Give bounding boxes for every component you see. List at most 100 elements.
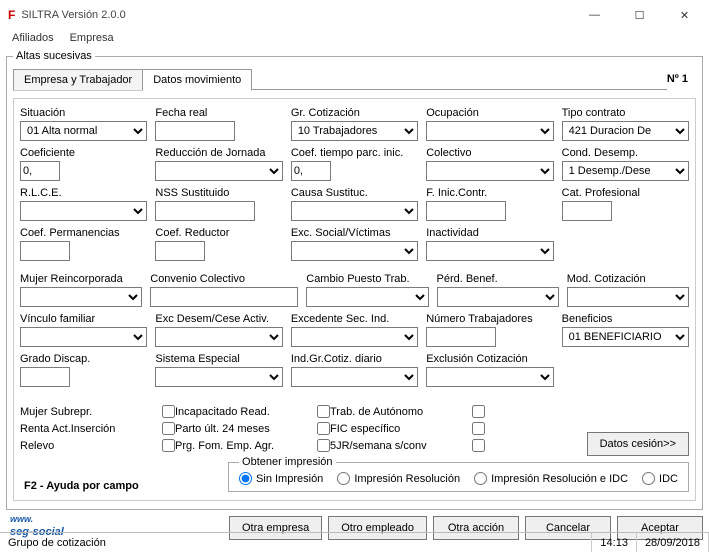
inactividad-select[interactable] [426, 241, 553, 261]
chk-prg-fom[interactable] [317, 439, 330, 452]
coef-input[interactable] [20, 161, 60, 181]
nss-sust-input[interactable] [155, 201, 255, 221]
datos-cesion-button[interactable]: Datos cesión>> [587, 432, 689, 456]
ocupacion-label: Ocupación [426, 107, 553, 119]
coef-red-input[interactable] [155, 241, 205, 261]
cambio-puesto-select[interactable] [306, 287, 428, 307]
mod-cotiz-select[interactable] [567, 287, 689, 307]
radio-sin-impresion[interactable]: Sin Impresión [239, 472, 323, 485]
fecha-real-input[interactable] [155, 121, 235, 141]
causa-sust-select[interactable] [291, 201, 418, 221]
mod-cotiz-label: Mod. Cotización [567, 273, 689, 285]
chk-incap-read[interactable] [317, 405, 330, 418]
chk-5jr[interactable] [472, 439, 485, 452]
red-jornada-select[interactable] [155, 161, 282, 181]
vinc-fam-label: Vínculo familiar [20, 313, 147, 325]
nss-sust-label: NSS Sustituido [155, 187, 282, 199]
tipo-contrato-label: Tipo contrato [562, 107, 689, 119]
exc-social-label: Exc. Social/Víctimas [291, 227, 418, 239]
excl-cotiz-label: Exclusión Cotización [426, 353, 553, 365]
beneficios-label: Beneficios [562, 313, 689, 325]
ocupacion-select[interactable] [426, 121, 553, 141]
sist-especial-select[interactable] [155, 367, 282, 387]
excl-cotiz-select[interactable] [426, 367, 553, 387]
chk-relevo[interactable] [162, 439, 175, 452]
exc-social-select[interactable] [291, 241, 418, 261]
help-text: F2 - Ayuda por campo [24, 480, 139, 492]
chk-incap-read-label: Incapacitado Read. [175, 406, 313, 418]
chk-renta-act[interactable] [162, 422, 175, 435]
situacion-label: Situación [20, 107, 147, 119]
exc-desem-label: Exc Desem/Cese Activ. [155, 313, 282, 325]
status-date: 28/09/2018 [637, 533, 709, 552]
rlce-label: R.L.C.E. [20, 187, 147, 199]
logo-www: www. [10, 516, 64, 522]
chk-fic-esp[interactable] [472, 422, 485, 435]
status-time: 14:13 [592, 533, 637, 552]
cond-desemp-select[interactable]: 1 Desemp./Dese [562, 161, 689, 181]
menu-empresa[interactable]: Empresa [64, 30, 120, 50]
finic-contr-input[interactable] [426, 201, 506, 221]
chk-parto24[interactable] [317, 422, 330, 435]
sist-especial-label: Sistema Especial [155, 353, 282, 365]
maximize-button[interactable]: ☐ [617, 1, 662, 29]
cambio-puesto-label: Cambio Puesto Trab. [306, 273, 428, 285]
chk-renta-act-label: Renta Act.Inserción [20, 423, 158, 435]
radio-idc[interactable]: IDC [642, 472, 678, 485]
radio-impresion-res-idc[interactable]: Impresión Resolución e IDC [474, 472, 628, 485]
vinc-fam-select[interactable] [20, 327, 147, 347]
mujer-reinc-select[interactable] [20, 287, 142, 307]
num-trab-label: Número Trabajadores [426, 313, 553, 325]
cat-prof-input[interactable] [562, 201, 612, 221]
cat-prof-label: Cat. Profesional [562, 187, 689, 199]
gr-cotiz-select[interactable]: 10 Trabajadores [291, 121, 418, 141]
num-trab-input[interactable] [426, 327, 496, 347]
gr-cotiz-label: Gr. Cotización [291, 107, 418, 119]
colectivo-select[interactable] [426, 161, 553, 181]
coef-perm-input[interactable] [20, 241, 70, 261]
group-legend: Altas sucesivas [13, 50, 95, 62]
rlce-select[interactable] [20, 201, 147, 221]
coef-label: Coeficiente [20, 147, 147, 159]
status-message: Grupo de cotización [0, 533, 592, 552]
menu-afiliados[interactable]: Afiliados [6, 30, 60, 50]
perd-benef-select[interactable] [437, 287, 559, 307]
coef-parc-label: Coef. tiempo parc. inic. [291, 147, 418, 159]
print-legend: Obtener impresión [239, 456, 336, 468]
chk-fic-esp-label: FIC específico [330, 423, 468, 435]
ind-gr-cotiz-select[interactable] [291, 367, 418, 387]
grado-discap-input[interactable] [20, 367, 70, 387]
finic-contr-label: F. Inic.Contr. [426, 187, 553, 199]
exc-sec-ind-label: Excedente Sec. Ind. [291, 313, 418, 325]
beneficios-select[interactable]: 01 BENEFICIARIO [562, 327, 689, 347]
conv-colect-label: Convenio Colectivo [150, 273, 298, 285]
coef-red-label: Coef. Reductor [155, 227, 282, 239]
chk-mujer-sub-label: Mujer Subrepr. [20, 406, 158, 418]
window-title: SILTRA Versión 2.0.0 [21, 9, 572, 21]
exc-sec-ind-select[interactable] [291, 327, 418, 347]
chk-prg-fom-label: Prg. Fom. Emp. Agr. [175, 440, 313, 452]
minimize-button[interactable]: — [572, 1, 617, 29]
radio-impresion-res[interactable]: Impresión Resolución [337, 472, 460, 485]
cond-desemp-label: Cond. Desemp. [562, 147, 689, 159]
fecha-real-label: Fecha real [155, 107, 282, 119]
tab-empresa-trabajador[interactable]: Empresa y Trabajador [13, 69, 143, 91]
chk-parto24-label: Parto últ. 24 meses [175, 423, 313, 435]
tipo-contrato-select[interactable]: 421 Duracion De [562, 121, 689, 141]
app-icon: F [8, 8, 15, 22]
close-button[interactable]: ✕ [662, 1, 707, 29]
situacion-select[interactable]: 01 Alta normal [20, 121, 147, 141]
colectivo-label: Colectivo [426, 147, 553, 159]
chk-mujer-sub[interactable] [162, 405, 175, 418]
coef-parc-input[interactable] [291, 161, 331, 181]
exc-desem-select[interactable] [155, 327, 282, 347]
inactividad-label: Inactividad [426, 227, 553, 239]
conv-colect-input[interactable] [150, 287, 298, 307]
red-jornada-label: Reducción de Jornada [155, 147, 282, 159]
chk-5jr-label: 5JR/semana s/conv [330, 440, 468, 452]
perd-benef-label: Pérd. Benef. [437, 273, 559, 285]
print-group: Obtener impresión Sin Impresión Impresió… [228, 456, 689, 492]
tab-datos-movimiento[interactable]: Datos movimiento [142, 69, 252, 91]
chk-relevo-label: Relevo [20, 440, 158, 452]
chk-trab-auto[interactable] [472, 405, 485, 418]
